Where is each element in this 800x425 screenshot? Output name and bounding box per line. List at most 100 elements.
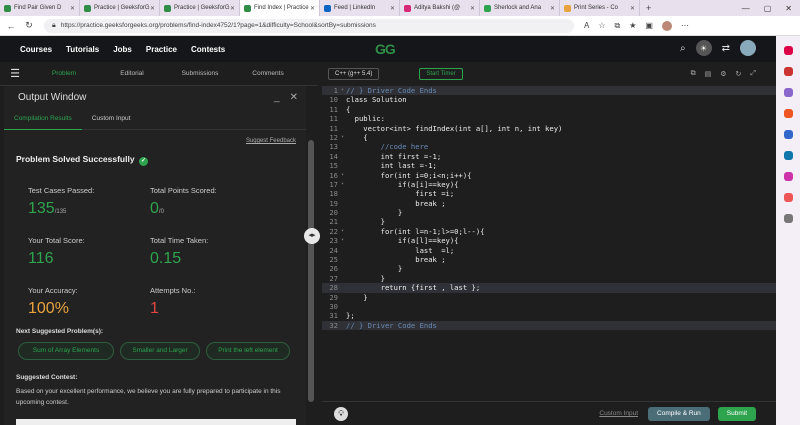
sidebar-app-icon[interactable]	[783, 193, 793, 202]
code-line[interactable]: 20 }	[322, 208, 776, 217]
translate-icon[interactable]: ⇄	[722, 43, 730, 54]
code-line[interactable]: 10 class Solution	[322, 95, 776, 104]
code-line[interactable]: 1 ▾// } Driver Code Ends	[322, 86, 776, 96]
paste-icon[interactable]: ▤	[705, 70, 712, 78]
maximize-window-icon[interactable]: ▢	[764, 4, 772, 13]
search-icon[interactable]: ⌕	[680, 43, 686, 54]
tab-close-icon[interactable]: ✕	[550, 5, 555, 12]
tab-close-icon[interactable]: ✕	[630, 5, 635, 12]
sidebar-apps-icon[interactable]	[783, 172, 793, 181]
minimize-window-icon[interactable]: —	[742, 4, 750, 13]
suggestion-print-left[interactable]: Print the left element	[206, 342, 290, 360]
tab-close-icon[interactable]: ✕	[310, 5, 315, 12]
menu-tutorials[interactable]: Tutorials	[66, 45, 99, 54]
collections-icon[interactable]: ▣	[645, 21, 653, 31]
extensions-icon[interactable]: ⧉	[615, 21, 621, 31]
code-line[interactable]: 16 ▾ for(int i=0;i<n;i++){	[322, 171, 776, 180]
code-line[interactable]: 27 }	[322, 274, 776, 283]
copy-icon[interactable]: ⧉	[691, 70, 696, 78]
url-field[interactable]: 🔒︎ https://practice.geeksforgeeks.org/pr…	[44, 18, 574, 33]
code-line[interactable]: 30	[322, 302, 776, 311]
tab-close-icon[interactable]: ✕	[150, 5, 155, 12]
sidebar-office-icon[interactable]	[783, 130, 793, 139]
browser-tab[interactable]: Print Series - Co ✕	[560, 0, 640, 16]
sidebar-shopping-icon[interactable]	[783, 67, 793, 76]
code-line[interactable]: 24 last =l;	[322, 246, 776, 255]
code-line[interactable]: 32 // } Driver Code Ends	[322, 320, 776, 331]
compile-run-button[interactable]: Compile & Run	[648, 406, 710, 421]
code-line[interactable]: 11 public:	[322, 114, 776, 123]
browser-tab[interactable]: Find Pair Given D ✕	[0, 0, 80, 16]
profile-avatar[interactable]	[661, 20, 672, 31]
language-select[interactable]: C++ (g++ 5.4)	[328, 68, 380, 80]
code-line[interactable]: 11 vector<int> findIndex(int a[], int n,…	[322, 124, 776, 133]
sidebar-add-icon[interactable]	[783, 214, 793, 223]
close-icon[interactable]: ✕	[290, 92, 298, 103]
hamburger-icon[interactable]: ☰	[0, 67, 30, 80]
tab-close-icon[interactable]: ✕	[230, 5, 235, 12]
code-line[interactable]: 31};	[322, 311, 776, 320]
tab-submissions[interactable]: Submissions	[166, 70, 234, 77]
theme-toggle-icon[interactable]: ☀	[695, 40, 712, 56]
reset-icon[interactable]: ↻	[736, 70, 742, 78]
code-line[interactable]: 25 break ;	[322, 255, 776, 264]
favorites-icon[interactable]: ★	[629, 21, 636, 31]
output-scrollbar[interactable]	[308, 140, 314, 402]
start-timer-button[interactable]: Start Timer	[419, 68, 463, 80]
close-window-icon[interactable]: ✕	[785, 4, 792, 13]
code-area[interactable]: 1 ▾// } Driver Code Ends 10 class Solution 1…	[322, 86, 776, 360]
browser-tab[interactable]: Feed | LinkedIn ✕	[320, 0, 400, 16]
tab-compilation-results[interactable]: Compilation Results	[4, 108, 82, 130]
reload-icon[interactable]: ↻	[22, 20, 36, 31]
code-line[interactable]: 15 int last =-1;	[322, 161, 776, 170]
submit-button[interactable]: Submit	[717, 406, 756, 421]
code-line[interactable]: 12 ▾ {	[322, 133, 776, 142]
tab-comments[interactable]: Comments	[234, 70, 302, 77]
code-line[interactable]: 17 ▾ if(a[i]==key){	[322, 180, 776, 189]
code-line[interactable]: 22 ▾ for(int l=n-1;l>=0;l--){	[322, 227, 776, 236]
more-icon[interactable]: ⋯	[681, 21, 689, 31]
suggestion-smaller-larger[interactable]: Smaller and Larger	[120, 342, 200, 360]
read-aloud-icon[interactable]: A	[584, 21, 589, 31]
suggestion-sum-of-array[interactable]: Sum of Array Elements	[18, 342, 114, 360]
browser-tab[interactable]: Practice | GeeksforG ✕	[160, 0, 240, 16]
menu-practice[interactable]: Practice	[146, 45, 177, 54]
tab-problem[interactable]: Problem	[30, 70, 98, 77]
tab-close-icon[interactable]: ✕	[390, 5, 395, 12]
sidebar-tools-icon[interactable]	[783, 88, 793, 97]
tab-close-icon[interactable]: ✕	[70, 5, 75, 12]
browser-tab[interactable]: Practice | GeeksforG ✕	[80, 0, 160, 16]
menu-contests[interactable]: Contests	[191, 45, 225, 54]
tab-custom-input[interactable]: Custom Input	[82, 108, 141, 130]
fullscreen-icon[interactable]: ⤢	[750, 70, 756, 78]
new-tab-icon[interactable]: +	[646, 3, 651, 13]
browser-tab[interactable]: Sherlock and Ana ✕	[480, 0, 560, 16]
code-line[interactable]: 18 first =i;	[322, 189, 776, 198]
back-icon[interactable]: ←	[4, 21, 18, 31]
sidebar-search-icon[interactable]	[783, 46, 793, 55]
gfg-logo[interactable]: GG	[375, 41, 396, 57]
suggest-feedback-link[interactable]: Suggest Feedback	[246, 138, 296, 144]
code-line[interactable]: 21 }	[322, 217, 776, 226]
tab-editorial[interactable]: Editorial	[98, 70, 166, 77]
code-line[interactable]: 29 }	[322, 293, 776, 302]
menu-courses[interactable]: Courses	[20, 45, 52, 54]
menu-jobs[interactable]: Jobs	[113, 45, 132, 54]
code-line[interactable]: 23 ▾ if(a[l]==key){	[322, 236, 776, 245]
browser-tab[interactable]: Find Index | Practice ✕	[240, 0, 320, 16]
hint-bulb-icon[interactable]: 💡︎	[334, 406, 348, 421]
code-line[interactable]: 14 int first =-1;	[322, 152, 776, 161]
minimize-icon[interactable]: _	[274, 92, 280, 103]
code-line[interactable]: 19 break ;	[322, 199, 776, 208]
code-line[interactable]: 11 {	[322, 105, 776, 114]
code-line[interactable]: 26 }	[322, 264, 776, 273]
code-line[interactable]: 13 //code here	[322, 142, 776, 151]
sidebar-outlook-icon[interactable]	[783, 151, 793, 160]
browser-tab[interactable]: Aditya Bakshi (@ ✕	[400, 0, 480, 16]
sidebar-games-icon[interactable]	[783, 109, 793, 118]
code-line[interactable]: 28 return {first , last };	[322, 283, 776, 293]
user-avatar[interactable]	[740, 40, 756, 56]
custom-input-link[interactable]: Custom Input	[599, 410, 638, 417]
tab-close-icon[interactable]: ✕	[470, 5, 475, 12]
settings-icon[interactable]: ⚙	[720, 70, 726, 78]
